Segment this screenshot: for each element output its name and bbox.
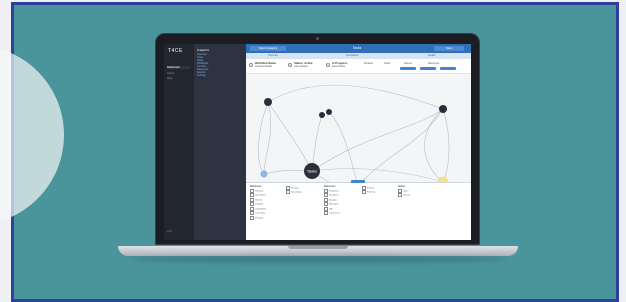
- stat-col: Tasks: [384, 62, 391, 65]
- graph-edge: [263, 101, 272, 175]
- sidebar-item-dashboard[interactable]: Dashboard: [167, 66, 191, 69]
- graph-node: [439, 105, 447, 113]
- laptop-shadow: [130, 256, 506, 262]
- stat-col: Owners: [404, 62, 413, 65]
- sidebar-item-admin[interactable]: Admin: [167, 72, 191, 75]
- save-button[interactable]: Save: [434, 46, 464, 51]
- stat-col: Duration: [364, 62, 374, 65]
- graph-edge: [424, 108, 444, 182]
- stat-block: Status: Active Last updated: [294, 61, 313, 69]
- graph-edge: [258, 101, 269, 175]
- app-sidebar: T4CE Dashboard Admin Help v1.0: [164, 44, 194, 240]
- filter-chip[interactable]: [420, 67, 436, 70]
- filter-chip[interactable]: [400, 67, 416, 70]
- app-logo: T4CE: [168, 48, 183, 54]
- laptop-notch: [288, 246, 348, 249]
- legend-column: Status Open Closed: [398, 185, 410, 198]
- filter-chip[interactable]: [440, 67, 456, 70]
- graph-node: [264, 98, 272, 106]
- page-title: Tasks: [352, 46, 362, 50]
- graph-edge: [361, 108, 444, 182]
- laptop-screen: T4CE Dashboard Admin Help v1.0 Analytics…: [164, 44, 471, 240]
- camera-dot: [316, 37, 319, 40]
- graph-edge: [442, 108, 450, 182]
- graph-edge: [267, 84, 444, 110]
- graph-node: [260, 170, 268, 178]
- laptop-lid: T4CE Dashboard Admin Help v1.0 Analytics…: [155, 33, 480, 245]
- sidebar-footer: v1.0: [167, 230, 172, 233]
- tab-overview[interactable]: Overview: [268, 54, 278, 57]
- legend-column: Primary Secondary: [286, 186, 301, 195]
- legend-panel: Milestones Planned Scheduled Started Del…: [246, 180, 471, 240]
- subpanel-link[interactable]: Settings: [197, 74, 206, 77]
- stat-col: Resources: [428, 62, 440, 65]
- progress-icon: [326, 63, 330, 67]
- graph-node-label: Tasks: [307, 169, 317, 174]
- select-analytics-button[interactable]: Select Analytics: [250, 46, 286, 51]
- tab-details[interactable]: Details: [428, 54, 435, 57]
- graph-edge: [311, 168, 444, 182]
- legend-column: Milestones Planned Scheduled Started Del…: [250, 185, 266, 220]
- graph-edge: [311, 114, 323, 172]
- subpanel-title: Analytics: [197, 48, 210, 52]
- top-bar: Select Analytics Tasks Save: [246, 44, 471, 53]
- laptop-base: [118, 246, 518, 256]
- main-content: Select Analytics Tasks Save Overview Com…: [246, 44, 471, 240]
- sidebar-item-help[interactable]: Help: [167, 77, 191, 80]
- status-icon: [288, 63, 292, 67]
- network-graph[interactable]: Tasks: [246, 74, 471, 182]
- graph-edge: [311, 108, 444, 172]
- analytics-subpanel: Analytics Overview Users Tasks Workflows…: [194, 44, 246, 240]
- legend-column: Internal External: [362, 186, 375, 195]
- tab-comparison[interactable]: Comparison: [346, 54, 359, 57]
- stat-block: Workflow Name Analysis Details: [255, 61, 276, 69]
- legend-column: Resources Engineers Designers Analysts M…: [324, 185, 341, 216]
- legend-tab[interactable]: [351, 180, 365, 183]
- stats-row: Workflow Name Analysis Details Status: Ac…: [246, 59, 471, 74]
- graph-edge: [328, 111, 358, 182]
- background-shape: [0, 45, 64, 225]
- graph-edge: [267, 101, 313, 172]
- graph-node: [326, 109, 332, 115]
- info-icon: [249, 63, 253, 67]
- stat-block: In Progress Responsible: [332, 61, 348, 69]
- graph-node: [319, 112, 325, 118]
